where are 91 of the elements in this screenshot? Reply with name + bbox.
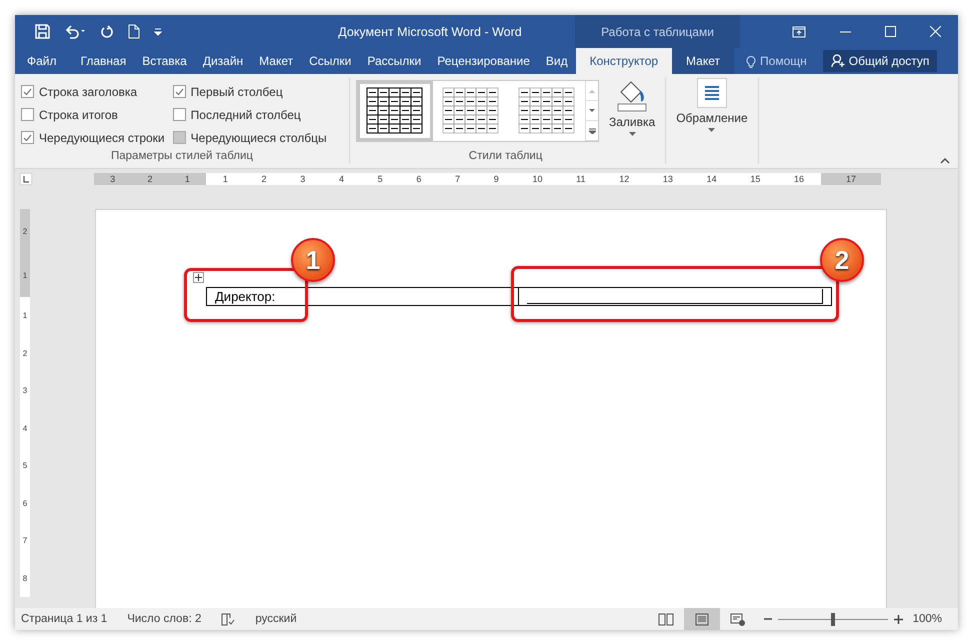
ruler-number: 2: [22, 348, 28, 358]
ruler-number: 3: [110, 174, 116, 184]
ribbon-tab[interactable]: Рассылки: [359, 48, 430, 74]
ruler-number: 15: [750, 174, 760, 184]
book-icon: [658, 612, 674, 626]
undo-icon[interactable]: [64, 24, 86, 38]
caret-icon: [708, 128, 716, 132]
new-document-icon[interactable]: [128, 24, 140, 39]
ribbon-tab[interactable]: Дизайн: [194, 48, 252, 74]
zoom-in-icon[interactable]: [894, 614, 903, 624]
checkbox-label: Строка заголовка: [39, 84, 138, 98]
word-count[interactable]: Число слов: 2: [127, 613, 202, 625]
lightbulb-icon: [746, 54, 756, 68]
ruler-number: 6: [22, 498, 28, 508]
language-label[interactable]: русский: [255, 613, 297, 625]
web-page-icon: [730, 612, 746, 626]
ruler-number: 4: [338, 174, 344, 184]
checkbox[interactable]: [21, 85, 34, 98]
ribbon-tab[interactable]: Ссылки: [301, 48, 360, 74]
checkbox-label: Строка итогов: [39, 108, 118, 122]
table-style-thumbnail[interactable]: [357, 81, 433, 141]
ruler-number: 1: [22, 270, 28, 280]
checkbox-label: Первый столбец: [190, 84, 283, 98]
ribbon-tab[interactable]: Макет: [251, 48, 302, 74]
ruler-number: 3: [22, 386, 28, 396]
checkbox[interactable]: [21, 131, 34, 144]
ruler-number: 7: [22, 536, 28, 546]
person-icon: [830, 54, 845, 68]
group-label: Стили таблиц: [468, 150, 544, 164]
share-button[interactable]: Общий доступ: [822, 50, 938, 72]
ribbon-tab[interactable]: Файл: [15, 48, 73, 74]
window-title: Документ Microsoft Word - Word: [337, 24, 523, 38]
ruler-number: 1: [222, 174, 228, 184]
ruler-number: 14: [706, 174, 717, 184]
ruler-number: 4: [22, 424, 28, 433]
maximize-icon[interactable]: [885, 26, 896, 37]
ribbon-tab[interactable]: Помощн: [738, 48, 815, 74]
ruler-number: 5: [22, 461, 28, 470]
checkbox[interactable]: [172, 85, 186, 98]
ruler-number: 7: [455, 174, 460, 184]
checkbox-label: Чередующиеся строки: [39, 130, 165, 144]
ruler-number: 6: [416, 174, 422, 184]
checkbox-label: Чередующиеся столбцы: [190, 130, 327, 144]
checkbox[interactable]: [21, 108, 34, 121]
redo-icon[interactable]: [100, 24, 114, 38]
ruler-number: 11: [576, 174, 586, 184]
ruler-number: 17: [846, 174, 856, 184]
ribbon-tab[interactable]: Главная: [72, 48, 134, 74]
ruler-number: 16: [794, 174, 804, 184]
proofing-icon[interactable]: [221, 612, 236, 626]
ruler-number: 10: [532, 174, 542, 184]
ruler-number: 1: [22, 311, 28, 320]
save-icon[interactable]: [35, 24, 50, 39]
ribbon-tab[interactable]: Макет: [672, 48, 734, 74]
ruler-number: 13: [662, 174, 673, 184]
zoom-level[interactable]: 100%: [902, 613, 958, 625]
table-cell: Директор:: [215, 289, 276, 304]
ruler-number: 12: [619, 174, 630, 184]
close-icon[interactable]: [930, 26, 941, 37]
checkbox[interactable]: [172, 108, 186, 121]
borders-icon: [696, 78, 727, 108]
page-icon: [694, 612, 710, 626]
ribbon-tab[interactable]: Конструктор: [576, 48, 672, 74]
caret-icon: [628, 132, 636, 136]
page-count[interactable]: Страница 1 из 1: [21, 613, 108, 625]
ruler-number: 5: [378, 174, 383, 184]
step-badge: 1: [291, 238, 335, 282]
view-button[interactable]: [684, 608, 720, 630]
tab-selector-icon[interactable]: [20, 173, 32, 185]
group-label: Параметры стилей таблиц: [110, 150, 254, 164]
minimize-icon[interactable]: [840, 30, 851, 32]
ribbon-tab[interactable]: Рецензирование: [429, 48, 538, 74]
ribbon-tab[interactable]: Вставка: [134, 48, 195, 74]
borders-button[interactable]: Обрамление: [670, 78, 754, 164]
ribbon-tab[interactable]: Вид: [538, 48, 576, 74]
ruler-number: 2: [262, 174, 267, 184]
table-move-handle-icon[interactable]: [193, 272, 204, 283]
shading-button[interactable]: Заливка: [603, 78, 662, 150]
checkbox-label: Последний столбец: [190, 108, 301, 122]
ruler-number: 1: [184, 174, 190, 184]
ruler-number: 9: [494, 174, 499, 184]
ruler-number: 2: [22, 226, 28, 236]
ruler-number: 2: [147, 174, 152, 184]
context-title: Работа с таблицами: [575, 15, 740, 48]
zoom-thumb[interactable]: [830, 612, 835, 626]
ribbon-display-icon[interactable]: [792, 26, 806, 38]
step-badge: 2: [820, 238, 864, 282]
collapse-icon[interactable]: [940, 158, 950, 164]
customize-icon[interactable]: [154, 28, 162, 36]
ruler-number: 3: [300, 174, 306, 184]
ruler-number: 8: [22, 574, 28, 583]
